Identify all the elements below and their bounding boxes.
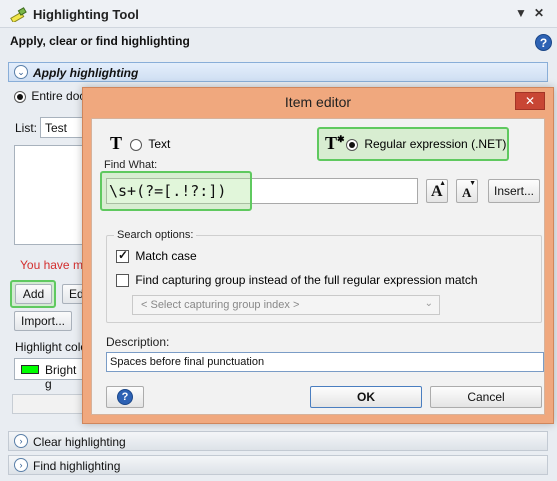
help-button[interactable]: ? [106,386,144,408]
section-label: Find highlighting [33,459,121,473]
regex-option-label: Regular expression (.NET) [364,137,507,151]
import-button[interactable]: Import... [14,311,72,331]
section-apply-highlighting[interactable]: ⌄ Apply highlighting [8,62,548,82]
highlight-color-label: Highlight colo [15,340,88,354]
item-editor-dialog: Item editor ✕ T Text T✱ Regular expressi… [82,87,554,424]
color-name: Bright g [45,363,77,391]
find-what-label: Find What: [104,159,158,171]
warning-text: You have ma [20,258,90,272]
radio-button [346,138,358,151]
radio-button [14,90,26,103]
insert-button[interactable]: Insert... [488,179,540,203]
checkbox [116,274,129,288]
text-option-label: Text [148,137,171,151]
chevron-down-icon: ⌄ [424,298,433,309]
match-case-checkbox[interactable]: Match case [116,248,197,264]
close-icon[interactable]: ✕ [532,6,546,20]
tool-title: Highlighting Tool [33,7,139,22]
match-case-label: Match case [135,249,197,263]
text-option-radio[interactable]: Text [130,137,170,151]
highlighter-icon [10,7,27,22]
highlight-color-select[interactable]: Bright g [14,358,84,391]
scope-radio[interactable]: Entire doc [14,89,85,103]
arrow-up-icon: ▲ [439,180,446,187]
search-options-label: Search options: [114,229,197,241]
capturing-group-placeholder: < Select capturing group index > [141,299,300,311]
checkbox [116,248,129,264]
section-label: Apply highlighting [33,66,139,80]
dialog-body: T Text T✱ Regular expression (.NET) Find… [91,118,545,415]
list-label: List: [15,121,38,135]
capturing-group-checkbox[interactable]: Find capturing group instead of the full… [116,273,478,288]
shrink-font-icon: A [462,185,472,200]
section-label: Clear highlighting [33,435,126,449]
chevron-right-icon: › [14,434,28,448]
dialog-title: Item editor [284,94,352,110]
help-icon: ? [117,389,133,405]
text-type-icon: T [110,133,123,153]
close-button[interactable]: ✕ [515,92,545,110]
description-input[interactable]: Spaces before final punctuation [106,352,544,372]
chevron-down-icon[interactable]: ▼ [514,6,528,20]
apply-button[interactable] [12,394,84,414]
radio-button [130,138,142,151]
description-label: Description: [106,335,170,349]
capturing-group-select[interactable]: < Select capturing group index > ⌄ [132,295,440,315]
regex-option-radio[interactable]: Regular expression (.NET) [346,137,506,151]
help-icon[interactable]: ? [535,34,552,51]
section-find-highlighting[interactable]: › Find highlighting [8,455,548,475]
item-list[interactable] [14,145,84,245]
list-select-value: Test [45,121,68,135]
add-button[interactable]: Add [15,284,52,304]
section-clear-highlighting[interactable]: › Clear highlighting [8,431,548,451]
capturing-group-label: Find capturing group instead of the full… [135,273,478,287]
shrink-font-button[interactable]: A ▼ [456,179,478,203]
scope-label: Entire doc [31,89,86,103]
grow-font-button[interactable]: A ▲ [426,179,448,203]
chevron-right-icon: › [14,458,28,472]
regex-type-icon: T✱ [325,133,345,153]
ok-button[interactable]: OK [310,386,422,408]
arrow-down-icon: ▼ [469,180,476,187]
list-select[interactable]: Test [40,117,85,138]
color-swatch [21,365,39,374]
find-what-value: \s+(?=[.!?:]) [109,182,227,200]
chevron-down-icon: ⌄ [14,65,28,79]
tool-subtitle: Apply, clear or find highlighting [10,34,190,48]
cancel-button[interactable]: Cancel [430,386,542,408]
description-value: Spaces before final punctuation [110,356,265,368]
